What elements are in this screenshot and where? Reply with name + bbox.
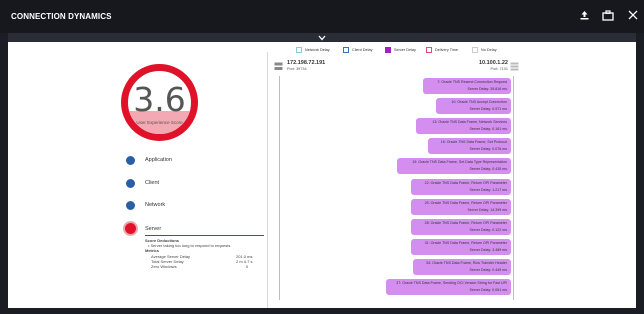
message-delay: Server Delay: 14.399 ms — [467, 208, 507, 212]
message-bubble[interactable]: 31: Oracle TNS Data Frame, Return OPI Pa… — [411, 239, 511, 255]
message-bubble[interactable]: 34: Oracle TNS Data Frame, Row Transfer … — [413, 259, 511, 275]
close-icon[interactable] — [626, 10, 640, 24]
message-text: 37: Oracle TNS Data Frame, Sending OCI V… — [396, 281, 507, 285]
server-underline — [145, 235, 264, 236]
client-ip: 172.198.72.191 — [287, 60, 326, 66]
chevron-down-icon[interactable] — [318, 35, 326, 41]
title-bar: CONNECTION DYNAMICS — [0, 0, 644, 33]
legend-label: Network Delay — [305, 48, 330, 52]
legend-swatch — [296, 47, 302, 53]
message-delay: Server Delay: 0.061 ms — [469, 288, 507, 292]
metric-value: 0 — [246, 264, 249, 269]
message-bubble[interactable]: 7: Oracle TNS Resend Connection Request S… — [423, 78, 511, 94]
message-text: 19: Oracle TNS Data Frame, Set Data Type… — [412, 160, 507, 164]
server-timeline — [513, 76, 514, 300]
legend-swatch — [426, 47, 432, 53]
client-computer-icon — [274, 62, 283, 70]
legend-swatch — [343, 47, 349, 53]
server-icon — [510, 62, 519, 71]
deduction-item: • Server taking too long to respond to r… — [148, 243, 231, 248]
server-status-dot[interactable] — [125, 223, 136, 234]
message-delay: Server Delay: 0.122 ms — [469, 228, 507, 232]
metric-value: 2 m 4.7 s — [236, 259, 253, 264]
metrics-title: Metrics — [145, 248, 160, 253]
message-delay: Server Delay: 0.076 ms — [469, 147, 507, 151]
dynamics-panel: 3.6 User Experience Score Application Cl… — [8, 42, 636, 308]
message-text: 31: Oracle TNS Data Frame, Return OPI Pa… — [424, 241, 507, 245]
client-timeline — [279, 76, 280, 300]
legend-label: Client Delay — [352, 48, 373, 52]
message-bubble[interactable]: 10: Oracle TNS Accept Connection Server D… — [436, 98, 511, 114]
metric-name: Zero Windows — [151, 264, 177, 269]
score-value: 3.6 — [133, 80, 186, 119]
legend-label: No Delay — [481, 48, 497, 52]
message-text: 16: Oracle TNS Data Frame, Set Protocol — [440, 140, 507, 144]
status-dot — [126, 156, 135, 165]
dimension-label: Client — [145, 180, 160, 186]
legend-swatch — [385, 47, 391, 53]
host-ip: 10.100.1.22 — [478, 60, 508, 66]
message-bubble[interactable]: 13: Oracle TNS Data Frame, Network Servi… — [416, 118, 511, 134]
status-dot — [126, 179, 135, 188]
message-delay: Server Delay: 39.816 ms — [467, 87, 507, 91]
score-label: User Experience Score — [136, 120, 183, 125]
message-text: 13: Oracle TNS Data Frame, Network Servi… — [432, 120, 507, 124]
message-delay: Server Delay: 0.435 ms — [469, 167, 507, 171]
message-bubble[interactable]: 28: Oracle TNS Data Frame, Return OPI Pa… — [411, 219, 511, 235]
message-bubble[interactable]: 19: Oracle TNS Data Frame, Set Data Type… — [397, 158, 511, 174]
message-text: 34: Oracle TNS Data Frame, Row Transfer … — [426, 261, 507, 265]
message-text: 7: Oracle TNS Resend Connection Request — [437, 80, 507, 84]
message-bubble[interactable]: 37: Oracle TNS Data Frame, Sending OCI V… — [386, 279, 511, 295]
score-gauge: 3.6 User Experience Score — [121, 64, 198, 141]
message-text: 22: Oracle TNS Data Frame, Return OPI Pa… — [424, 181, 507, 185]
score-pane: 3.6 User Experience Score Application Cl… — [8, 42, 267, 308]
host-port: Port: 7101 — [490, 67, 508, 71]
status-dot — [126, 201, 135, 210]
dimension-label: Network — [145, 202, 166, 208]
message-text: 25: Oracle TNS Data Frame, Return OPI Pa… — [424, 201, 507, 205]
page-title: CONNECTION DYNAMICS — [11, 12, 112, 21]
briefcase-icon[interactable] — [601, 10, 615, 24]
upload-icon[interactable] — [577, 10, 591, 24]
message-bubble[interactable]: 16: Oracle TNS Data Frame, Set Protocol S… — [428, 138, 511, 154]
legend-label: Server Delay — [394, 48, 416, 52]
dimension-server-label[interactable]: Server — [145, 226, 161, 232]
message-delay: Server Delay: 0.971 ms — [469, 107, 507, 111]
pane-divider — [267, 52, 268, 308]
message-delay: Server Delay: 0.161 ms — [469, 127, 507, 131]
legend-swatch — [472, 47, 478, 53]
message-delay: Server Delay: 3.489 ms — [469, 248, 507, 252]
message-text: 28: Oracle TNS Data Frame, Return OPI Pa… — [424, 221, 507, 225]
message-bubble[interactable]: 25: Oracle TNS Data Frame, Return OPI Pa… — [411, 199, 511, 215]
legend-label: Delivery Time — [435, 48, 458, 52]
message-text: 10: Oracle TNS Accept Connection — [451, 100, 507, 104]
message-delay: Server Delay: 0.449 ms — [469, 268, 507, 272]
dimension-label: Application — [145, 157, 172, 163]
message-delay: Server Delay: 1.217 ms — [469, 188, 507, 192]
message-bubble[interactable]: 22: Oracle TNS Data Frame, Return OPI Pa… — [411, 179, 511, 195]
client-port: Port: 39734 — [287, 67, 307, 71]
